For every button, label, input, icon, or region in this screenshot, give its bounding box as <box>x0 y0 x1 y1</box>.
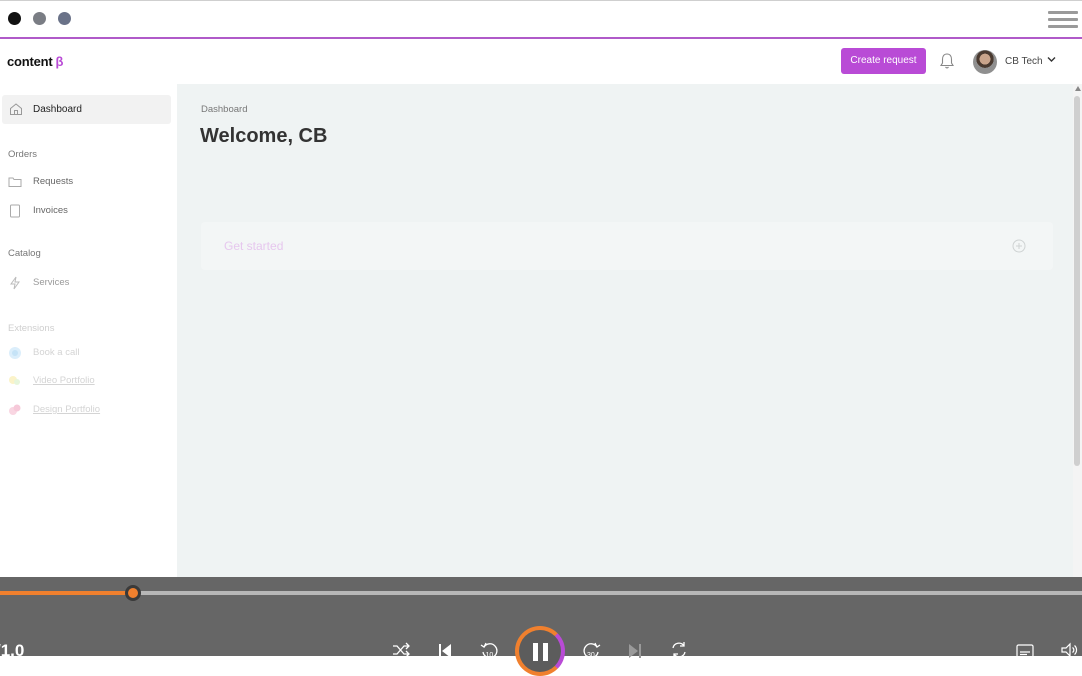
card-title: Get started <box>224 239 284 253</box>
main-content: Dashboard Welcome, CB Get started <box>177 84 1073 577</box>
forward-30-icon[interactable]: 30 <box>583 641 601 659</box>
sidebar-item-book-call[interactable]: Book a call <box>8 345 168 363</box>
section-catalog: Catalog <box>8 248 41 259</box>
pause-icon <box>533 643 538 661</box>
avatar[interactable] <box>973 50 997 74</box>
expand-icon[interactable] <box>1012 239 1026 253</box>
sidebar-item-label: Book a call <box>33 347 80 358</box>
next-icon[interactable] <box>626 641 644 659</box>
sidebar-item-requests[interactable]: Requests <box>8 174 168 192</box>
create-request-button[interactable]: Create request <box>841 48 926 74</box>
previous-icon[interactable] <box>436 641 454 659</box>
sidebar-item-dashboard[interactable]: Dashboard <box>2 95 171 124</box>
lightning-icon <box>10 276 20 290</box>
folder-icon <box>8 177 22 187</box>
pause-button[interactable] <box>515 626 565 676</box>
sidebar-item-design-portfolio[interactable]: Design Portfolio <box>8 402 168 420</box>
close-dot[interactable] <box>8 12 21 25</box>
home-icon <box>10 103 22 115</box>
logo[interactable]: content β <box>7 54 63 69</box>
window-titlebar <box>0 0 1082 39</box>
page-title: Welcome, CB <box>200 125 328 147</box>
pause-icon-bar <box>543 643 548 661</box>
minimize-dot[interactable] <box>33 12 46 25</box>
chevron-down-icon[interactable] <box>1046 54 1057 65</box>
calendar-logo-icon <box>9 347 21 359</box>
hamburger-icon[interactable] <box>1048 11 1078 31</box>
sidebar-item-label: Requests <box>33 176 74 187</box>
vertical-scrollbar[interactable] <box>1073 84 1082 577</box>
design-logo-icon <box>9 404 21 415</box>
sidebar-item-label: Dashboard <box>33 104 82 115</box>
shuffle-icon[interactable] <box>392 641 410 659</box>
document-icon <box>10 204 20 218</box>
media-player-bar: /1.0 10 30 <box>0 577 1082 676</box>
video-logo-icon <box>9 376 20 385</box>
section-orders: Orders <box>8 149 38 160</box>
repeat-icon[interactable] <box>670 641 688 659</box>
section-extensions: Extensions <box>8 323 55 334</box>
sidebar-item-label: Services <box>33 277 70 288</box>
progress-fill <box>0 591 133 595</box>
bell-icon[interactable] <box>939 52 955 70</box>
sidebar-item-invoices[interactable]: Invoices <box>8 203 168 221</box>
logo-text: content <box>7 54 53 69</box>
maximize-dot[interactable] <box>58 12 71 25</box>
sidebar-item-video-portfolio[interactable]: Video Portfolio <box>8 373 168 391</box>
captions-icon[interactable] <box>1016 641 1034 659</box>
sidebar-item-label: Video Portfolio <box>33 375 95 386</box>
progress-track[interactable] <box>0 591 1082 595</box>
sidebar-item-label: Invoices <box>33 205 68 216</box>
sidebar-item-label: Design Portfolio <box>33 404 101 415</box>
playback-speed[interactable]: /1.0 <box>0 641 24 661</box>
progress-knob[interactable] <box>125 585 141 601</box>
rewind-10-icon[interactable]: 10 <box>480 641 498 659</box>
app-header: content β Create request CB Tech <box>0 39 1082 84</box>
breadcrumb[interactable]: Dashboard <box>201 104 247 115</box>
get-started-card[interactable]: Get started <box>201 222 1053 270</box>
sidebar-item-services[interactable]: Services <box>8 275 168 293</box>
user-name[interactable]: CB Tech <box>1005 56 1043 67</box>
scrollbar-thumb[interactable] <box>1074 96 1080 466</box>
sidebar: Dashboard Orders Requests Invoices Catal… <box>0 84 177 577</box>
logo-beta: β <box>55 54 64 69</box>
scroll-up-icon[interactable] <box>1075 86 1081 91</box>
volume-icon[interactable] <box>1060 641 1078 659</box>
